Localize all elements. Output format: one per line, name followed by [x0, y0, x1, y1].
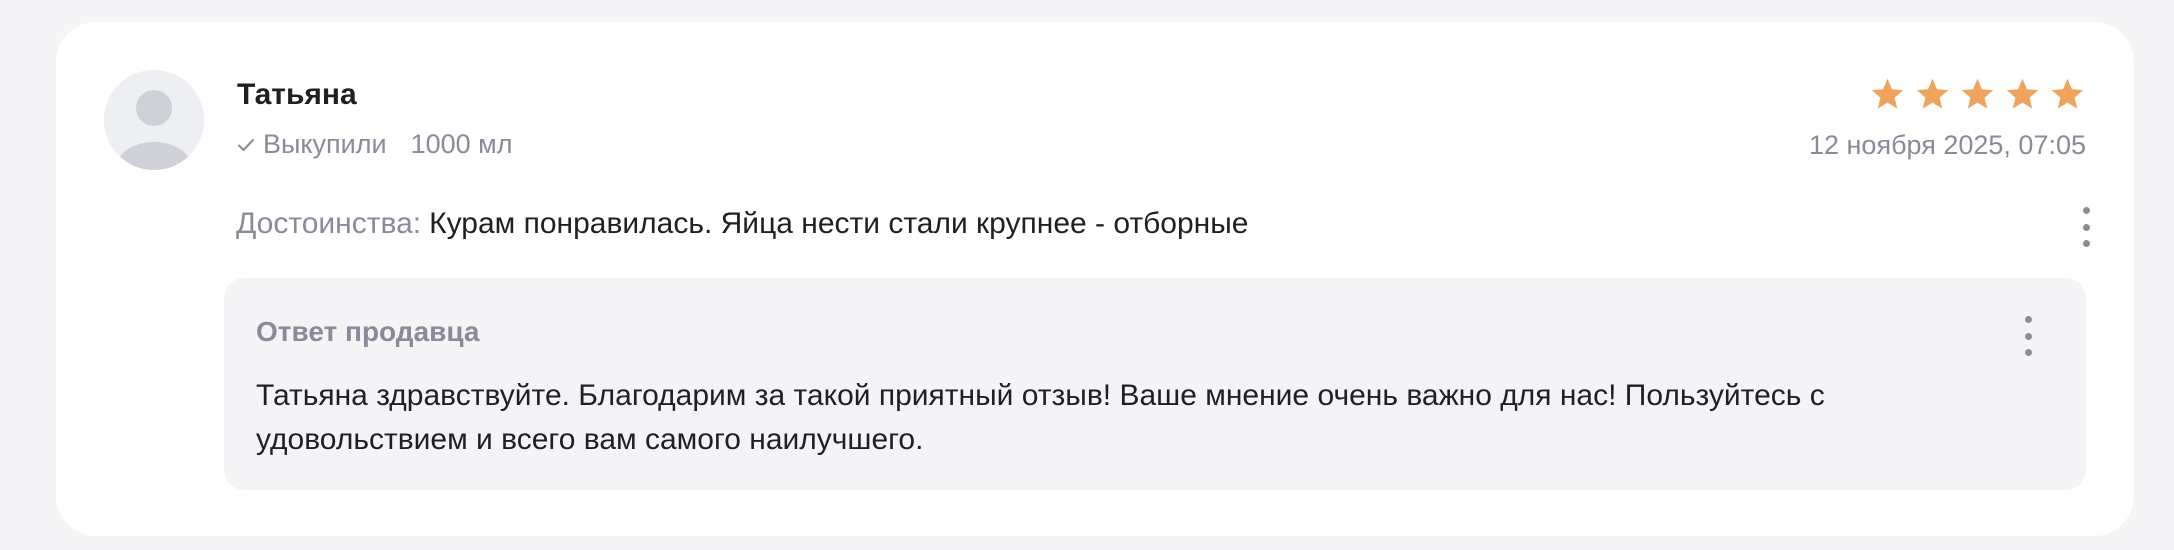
star-icon [2006, 78, 2039, 109]
star-icon [1916, 78, 1949, 109]
seller-reply-title: Ответ продавца [256, 316, 480, 347]
seller-reply-text: Татьяна здравствуйте. Благодарим за тако… [256, 379, 1825, 456]
verified-purchase-label: Выкупили [263, 129, 387, 159]
star-icon [1961, 78, 1994, 109]
review-date: 12 ноября 2025, 07:05 [1808, 130, 2086, 160]
product-variant: 1000 мл [410, 129, 513, 159]
review-card: Татьяна Выкупили 1000 мл 12 ноября 2025,… [56, 22, 2134, 536]
star-icon [1871, 78, 1904, 109]
star-icon [2051, 78, 2084, 109]
seller-reply: Ответ продавца Татьяна здравствуйте. Бла… [224, 278, 2086, 490]
seller-reply-menu-button[interactable] [2024, 316, 2032, 356]
avatar[interactable] [104, 70, 204, 170]
check-icon [238, 138, 254, 151]
user-avatar-placeholder-icon [104, 70, 204, 170]
pros-label: Достоинства: [236, 207, 422, 240]
rating-stars [1869, 76, 2086, 113]
more-vertical-icon [2024, 316, 2032, 323]
review-meta: Выкупили 1000 мл [237, 129, 512, 160]
review-pros: Достоинства: Курам понравилась. Яйца нест… [236, 207, 1249, 241]
more-vertical-icon [2082, 207, 2090, 214]
pros-text: Курам понравилась. Яйца нести стали круп… [429, 207, 1249, 240]
review-author: Татьяна [237, 78, 357, 111]
review-menu-button[interactable] [2082, 207, 2090, 247]
